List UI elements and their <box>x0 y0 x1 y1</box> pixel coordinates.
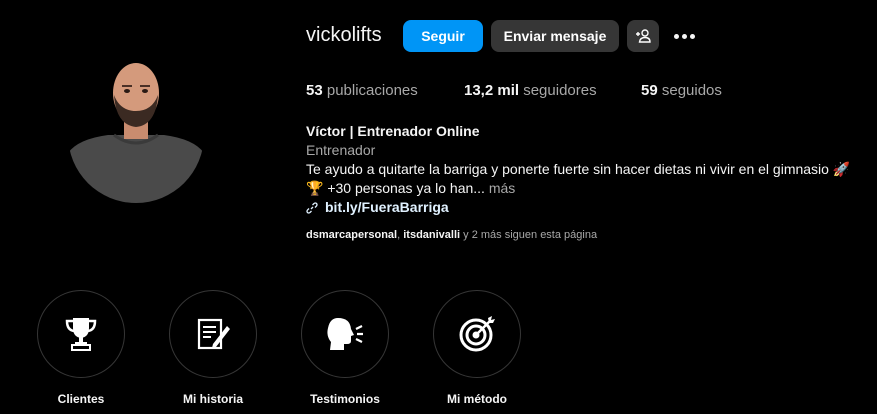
person-add-icon <box>636 29 651 43</box>
followers-stat[interactable]: 13,2 mil seguidores <box>464 82 597 99</box>
followed-by-user-1[interactable]: dsmarcapersonal <box>306 229 397 241</box>
highlight-label: Clientes <box>57 392 105 406</box>
highlight-cover <box>433 290 521 378</box>
followed-by-user-2[interactable]: itsdanivalli <box>403 229 460 241</box>
suggest-users-button[interactable] <box>627 20 659 52</box>
highlight-label: Testimonios <box>310 392 380 406</box>
document-pen-icon <box>197 318 230 350</box>
highlight-mi-historia[interactable]: Mi historia <box>169 290 257 406</box>
more-options-icon <box>673 33 679 39</box>
highlight-cover <box>301 290 389 378</box>
highlight-cover <box>37 290 125 378</box>
profile-avatar[interactable] <box>68 55 204 203</box>
link-icon <box>306 201 318 214</box>
highlight-cover <box>169 290 257 378</box>
highlight-mi-metodo[interactable]: Mi método <box>433 290 521 406</box>
profile-full-name: Víctor | Entrenador Online <box>306 123 480 139</box>
profile-username: vickolifts <box>306 24 382 46</box>
bio-line-1: Te ayudo a quitarte la barriga y ponerte… <box>306 161 851 177</box>
highlight-label: Mi método <box>447 392 507 406</box>
more-options-button[interactable] <box>670 24 698 48</box>
bio-more-link[interactable]: más <box>489 180 515 196</box>
bio-external-link[interactable]: bit.ly/FueraBarriga <box>325 198 449 217</box>
send-message-button[interactable]: Enviar mensaje <box>491 20 619 52</box>
profile-bio: Víctor | Entrenador Online Entrenador Te… <box>306 122 850 217</box>
trophy-icon <box>65 318 97 351</box>
speaking-head-icon <box>327 318 363 350</box>
highlight-clientes[interactable]: Clientes <box>37 290 125 406</box>
profile-category: Entrenador <box>306 142 376 158</box>
follow-button[interactable]: Seguir <box>403 20 483 52</box>
posts-stat: 53 publicaciones <box>306 82 418 99</box>
followed-by[interactable]: dsmarcapersonal, itsdanivalli y 2 más si… <box>306 229 597 241</box>
bio-link-row[interactable]: bit.ly/FueraBarriga <box>306 198 850 217</box>
highlight-label: Mi historia <box>182 392 243 406</box>
following-stat[interactable]: 59 seguidos <box>641 82 722 99</box>
bio-line-2: 🏆 +30 personas ya lo han... más <box>306 180 516 196</box>
highlight-testimonios[interactable]: Testimonios <box>301 290 389 406</box>
target-arrow-icon <box>459 316 495 352</box>
